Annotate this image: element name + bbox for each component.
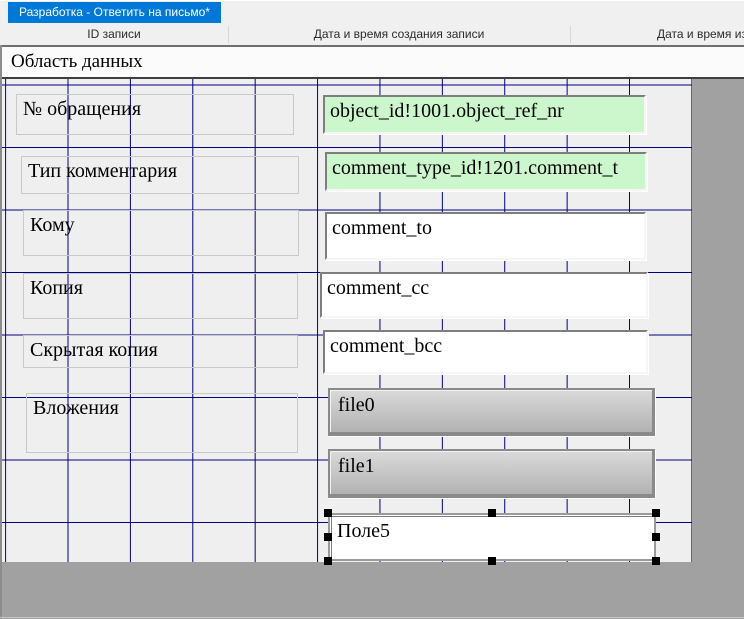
column-header-created-datetime[interactable]: Дата и время создания записи xyxy=(228,23,570,45)
field-comment-to[interactable]: comment_to xyxy=(325,212,646,260)
section-header-data-area[interactable]: Область данных xyxy=(2,47,744,79)
label-cc[interactable]: Копия xyxy=(23,273,298,319)
tab-strip: Разработка - Ответить на письмо* xyxy=(0,0,744,23)
selection-handle-bottom-left[interactable] xyxy=(324,557,332,565)
form-designer-window: Разработка - Ответить на письмо* ID запи… xyxy=(0,0,744,619)
field-comment-type[interactable]: comment_type_id!1201.comment_t xyxy=(325,152,647,191)
selection-handle-middle-right[interactable] xyxy=(652,533,660,541)
selected-field-pole5[interactable]: Поле5 xyxy=(328,513,656,561)
selection-handle-middle-left[interactable] xyxy=(324,533,332,541)
window-bottom-edge xyxy=(0,617,744,618)
label-bcc[interactable]: Скрытая копия xyxy=(23,335,298,368)
field-comment-cc[interactable]: comment_cc xyxy=(320,272,648,318)
column-separator xyxy=(570,26,571,43)
column-header-modified-datetime[interactable]: Дата и время из xyxy=(657,23,744,45)
tab-development-reply-letter[interactable]: Разработка - Ответить на письмо* xyxy=(8,2,221,23)
selection-handle-bottom-middle[interactable] xyxy=(488,557,496,565)
button-file1[interactable]: file1 xyxy=(328,449,655,498)
selection-handle-top-left[interactable] xyxy=(324,509,332,517)
selection-handle-bottom-right[interactable] xyxy=(652,557,660,565)
field-comment-bcc[interactable]: comment_bcc xyxy=(323,330,648,374)
button-file0[interactable]: file0 xyxy=(328,388,655,436)
selection-handle-top-right[interactable] xyxy=(652,509,660,517)
label-request-number[interactable]: № обращения xyxy=(16,94,294,135)
label-attachments[interactable]: Вложения xyxy=(26,393,298,453)
label-comment-type[interactable]: Тип комментария xyxy=(21,156,299,194)
column-header-record-id[interactable]: ID записи xyxy=(0,23,228,45)
selected-field-pole5-text: Поле5 xyxy=(331,516,653,558)
field-object-ref-nr[interactable]: object_id!1001.object_ref_nr xyxy=(323,95,646,134)
label-to[interactable]: Кому xyxy=(23,210,299,256)
selection-handle-top-middle[interactable] xyxy=(488,509,496,517)
column-header-row: ID записи Дата и время создания записи Д… xyxy=(0,23,744,45)
column-separator xyxy=(228,26,229,43)
